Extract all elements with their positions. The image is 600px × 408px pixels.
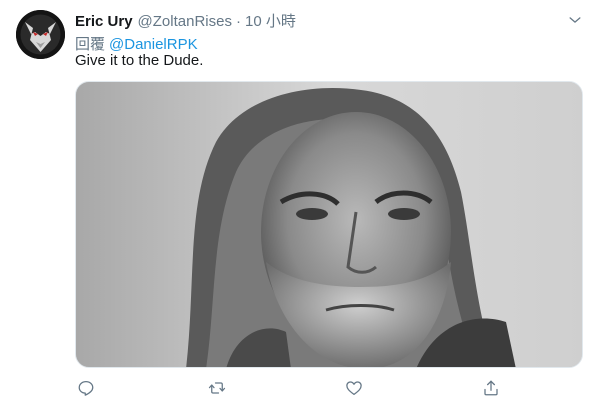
timestamp[interactable]: 10 小時	[245, 10, 296, 31]
user-handle[interactable]: @ZoltanRises	[138, 13, 232, 30]
share-icon	[484, 380, 498, 396]
tweet-text: Give it to the Dude.	[75, 52, 204, 69]
heart-icon	[346, 381, 362, 396]
display-name[interactable]: Eric Ury	[75, 13, 133, 30]
tweet-actions	[75, 378, 515, 398]
reply-prefix: 回覆	[75, 36, 106, 53]
portrait-photo	[76, 82, 582, 367]
wolf-medallion-icon	[16, 10, 65, 59]
separator-dot: ·	[235, 13, 241, 30]
tweet[interactable]: Eric Ury @ZoltanRises · 10 小時 回覆 @DanielR…	[0, 0, 600, 408]
replying-to: 回覆 @DanielRPK	[75, 33, 198, 54]
reply-mention-link[interactable]: @DanielRPK	[109, 36, 198, 53]
retweet-icon	[208, 382, 226, 394]
share-button[interactable]	[480, 378, 502, 398]
more-menu-button[interactable]	[565, 10, 585, 30]
retweet-button[interactable]	[206, 378, 228, 398]
reply-button[interactable]	[75, 378, 97, 398]
avatar[interactable]	[16, 10, 65, 59]
tweet-photo[interactable]	[75, 81, 583, 368]
chevron-down-icon	[569, 17, 581, 23]
like-button[interactable]	[343, 378, 365, 398]
reply-icon	[78, 380, 94, 396]
tweet-header: Eric Ury @ZoltanRises · 10 小時	[75, 10, 296, 30]
